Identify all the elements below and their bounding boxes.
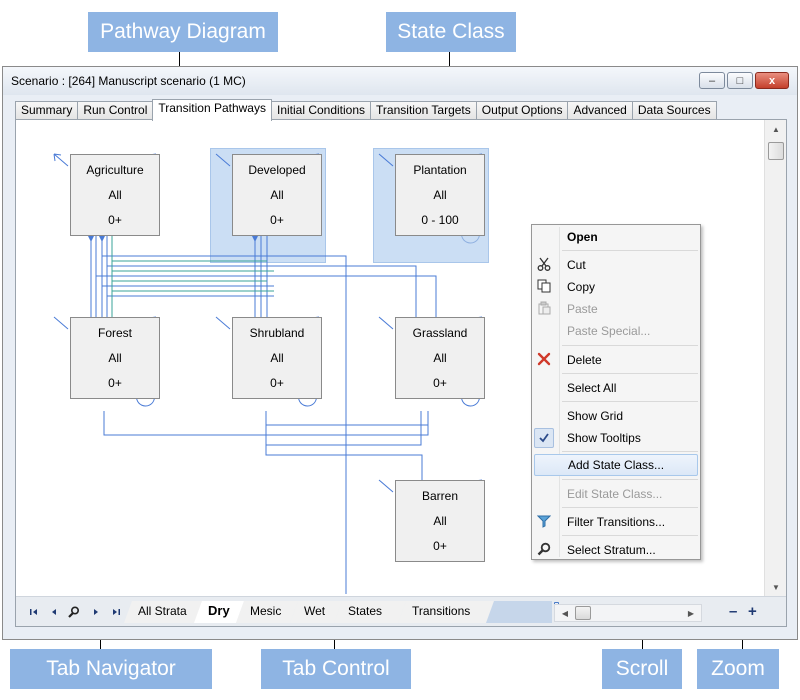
state-stratum: All (433, 514, 447, 528)
state-class-barren[interactable]: Barren All 0+ (395, 480, 485, 562)
maximize-button[interactable]: □ (727, 72, 753, 89)
scroll-down-icon[interactable]: ▼ (765, 578, 787, 596)
menu-separator (562, 507, 698, 508)
state-age: 0+ (108, 376, 122, 390)
zoom-in-button[interactable]: + (748, 603, 757, 620)
menu-separator (562, 451, 698, 452)
scroll-right-icon[interactable]: ▶ (684, 606, 698, 620)
window-title: Scenario : [264] Manuscript scenario (1 … (11, 74, 246, 88)
menu-item-edit-state-class[interactable]: Edit State Class... (532, 483, 700, 505)
state-name: Forest (97, 326, 132, 340)
state-class-shrubland[interactable]: Shrubland All 0+ (232, 317, 322, 399)
pathway-diagram[interactable]: Agriculture All 0+ Developed All 0+ Plan… (16, 120, 764, 596)
state-stratum: All (108, 188, 122, 202)
scroll-left-icon[interactable]: ◀ (558, 606, 572, 620)
callout-tab-navigator: Tab Navigator (10, 649, 212, 689)
state-name: Barren (421, 489, 459, 503)
menu-item-add-state-class[interactable]: Add State Class... (534, 454, 698, 476)
bottom-tab-wet[interactable]: Wet (290, 601, 342, 623)
state-stratum: All (433, 351, 447, 365)
search-icon[interactable] (68, 606, 80, 618)
tab-transition-targets[interactable]: Transition Targets (370, 101, 477, 120)
state-class-agriculture[interactable]: Agriculture All 0+ (70, 154, 160, 236)
first-tab-icon[interactable] (28, 606, 40, 618)
close-icon: x (768, 74, 776, 87)
menu-separator (562, 479, 698, 480)
bottom-tab-mesic[interactable]: Mesic (236, 601, 298, 623)
maximize-icon: □ (736, 74, 744, 87)
bottom-bar: All Strata Dry Mesic Wet States Transiti… (16, 596, 786, 626)
state-stratum: All (270, 188, 284, 202)
menu-item-delete[interactable]: Delete (532, 349, 700, 371)
next-tab-icon[interactable] (90, 606, 102, 618)
state-class-plantation[interactable]: Plantation All 0 - 100 (395, 154, 485, 236)
menu-item-select-stratum[interactable]: Select Stratum... (532, 539, 700, 561)
minimize-icon: – (708, 74, 716, 87)
callout-scroll: Scroll (602, 649, 682, 689)
state-class-developed[interactable]: Developed All 0+ (232, 154, 322, 236)
state-age: 0+ (433, 376, 447, 390)
menu-item-select-all[interactable]: Select All (532, 377, 700, 399)
main-tabs: Summary Run Control Transition Pathways … (15, 99, 717, 121)
menu-separator (562, 401, 698, 402)
tab-run-control[interactable]: Run Control (77, 101, 154, 120)
minimize-button[interactable]: – (699, 72, 725, 89)
state-name: Developed (248, 163, 306, 177)
tab-strip-filler (486, 601, 552, 623)
state-age: 0 - 100 (421, 213, 459, 227)
previous-tab-icon[interactable] (48, 606, 60, 618)
scenario-window: Scenario : [264] Manuscript scenario (1 … (2, 66, 798, 640)
menu-separator (562, 345, 698, 346)
menu-item-paste-special[interactable]: Paste Special... (532, 320, 700, 342)
callout-tab-control: Tab Control (261, 649, 411, 689)
vertical-scroll-thumb[interactable] (768, 142, 784, 160)
tab-data-sources[interactable]: Data Sources (631, 101, 717, 120)
bottom-tab-transitions[interactable]: Transitions (398, 601, 494, 623)
state-stratum: All (108, 351, 122, 365)
callout-zoom: Zoom (697, 649, 779, 689)
zoom-out-button[interactable]: – (729, 603, 737, 620)
state-class-forest[interactable]: Forest All 0+ (70, 317, 160, 399)
tab-transition-pathways[interactable]: Transition Pathways (152, 99, 272, 121)
context-menu: Open Cut Copy Paste Paste Special... Del… (531, 224, 701, 560)
menu-item-cut[interactable]: Cut (532, 254, 700, 276)
horizontal-scrollbar[interactable]: ◀ ▶ (554, 604, 702, 622)
state-stratum: All (270, 351, 284, 365)
bottom-tab-states[interactable]: States (334, 601, 406, 623)
bottom-tab-dry[interactable]: Dry (194, 601, 244, 623)
tab-summary[interactable]: Summary (15, 101, 79, 120)
last-tab-icon[interactable] (110, 606, 122, 618)
state-age: 0+ (433, 539, 447, 553)
menu-separator (562, 250, 698, 251)
close-button[interactable]: x (755, 72, 789, 89)
menu-separator (562, 373, 698, 374)
scroll-up-icon[interactable]: ▲ (765, 120, 787, 138)
menu-item-filter-transitions[interactable]: Filter Transitions... (532, 511, 700, 533)
menu-item-show-grid[interactable]: Show Grid (532, 405, 700, 427)
menu-item-open[interactable]: Open (532, 226, 700, 248)
menu-item-show-tooltips[interactable]: Show Tooltips (532, 427, 700, 449)
state-name: Grassland (412, 326, 468, 340)
state-age: 0+ (270, 376, 284, 390)
state-name: Shrubland (249, 326, 305, 340)
menu-item-paste[interactable]: Paste (532, 298, 700, 320)
callout-pathway-diagram: Pathway Diagram (88, 12, 278, 52)
state-stratum: All (433, 188, 447, 202)
state-name: Agriculture (86, 163, 144, 177)
tab-advanced[interactable]: Advanced (567, 101, 633, 120)
vertical-scrollbar[interactable]: ▲ ▼ (764, 120, 786, 596)
state-age: 0+ (108, 213, 122, 227)
state-age: 0+ (270, 213, 284, 227)
menu-separator (562, 535, 698, 536)
callout-state-class: State Class (386, 12, 516, 52)
menu-item-copy[interactable]: Copy (532, 276, 700, 298)
tab-output-options[interactable]: Output Options (475, 101, 569, 120)
horizontal-scroll-thumb[interactable] (575, 606, 591, 620)
state-name: Plantation (413, 163, 467, 177)
state-class-grassland[interactable]: Grassland All 0+ (395, 317, 485, 399)
title-bar: Scenario : [264] Manuscript scenario (1 … (3, 67, 797, 95)
bottom-tab-all-strata[interactable]: All Strata (124, 601, 204, 623)
transition-pathways-panel: Agriculture All 0+ Developed All 0+ Plan… (15, 119, 787, 627)
tab-initial-conditions[interactable]: Initial Conditions (270, 101, 372, 120)
